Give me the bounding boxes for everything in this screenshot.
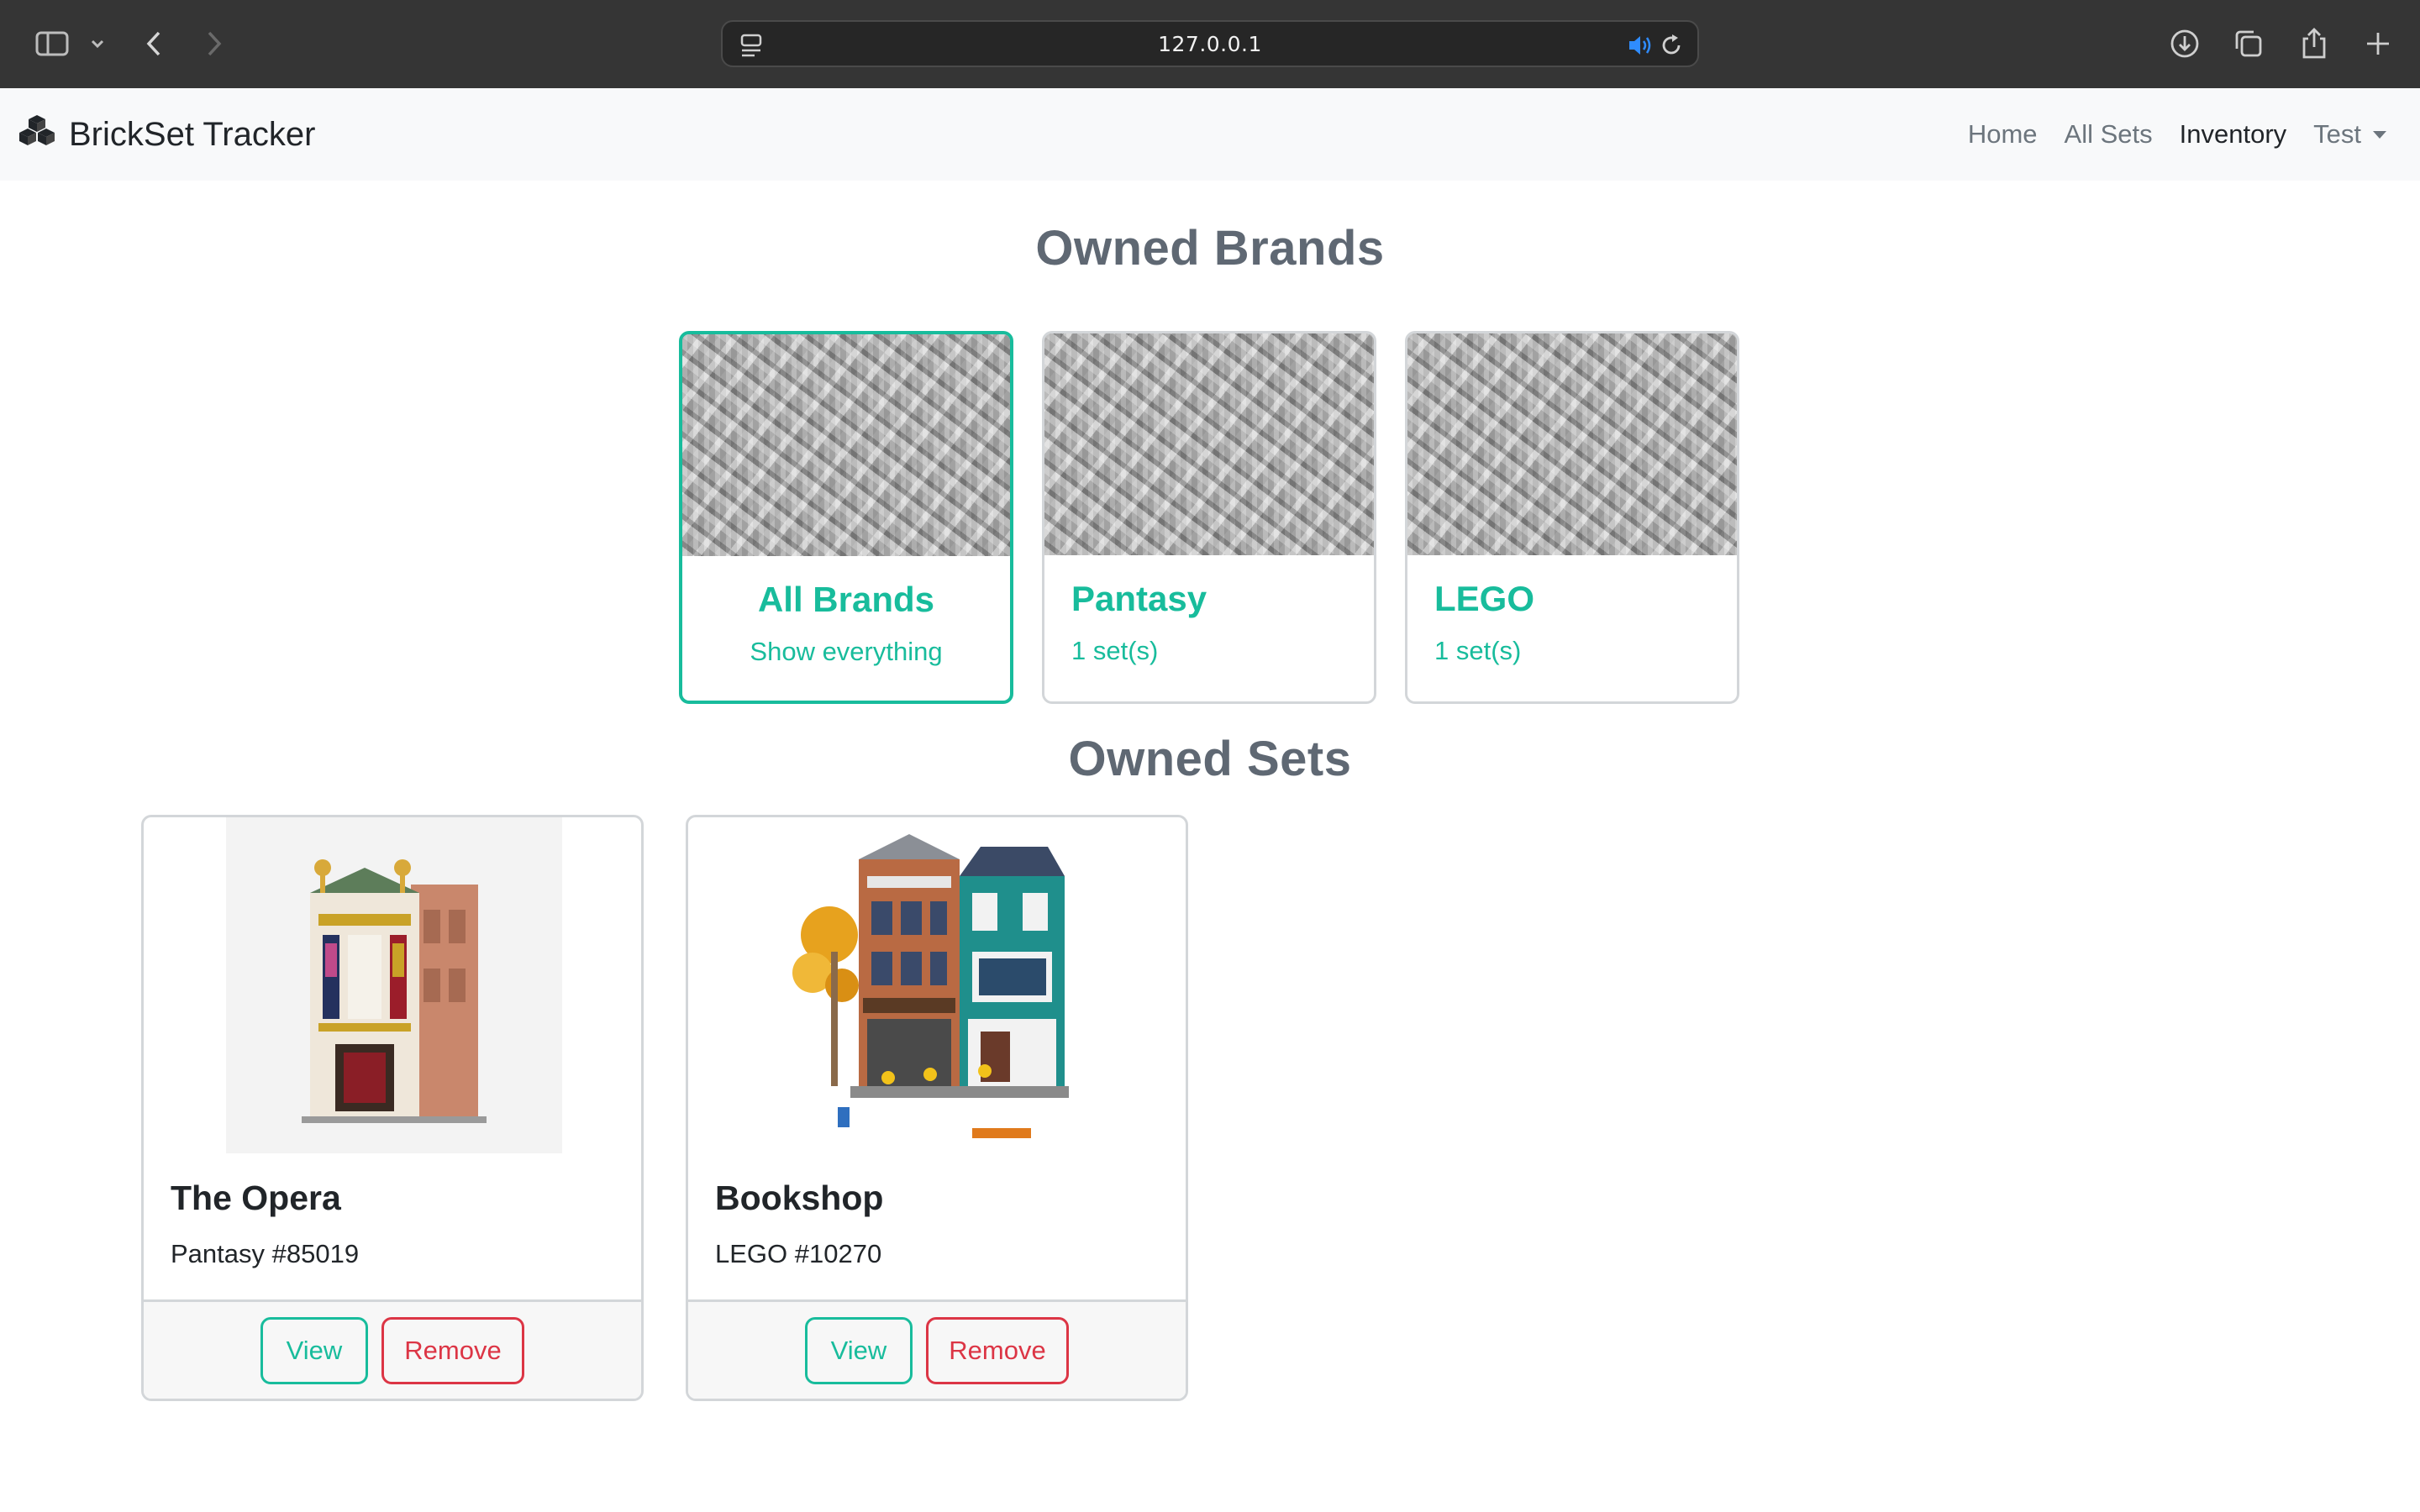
brand-card-title: LEGO <box>1434 579 1535 618</box>
nav-home[interactable]: Home <box>1968 119 2038 150</box>
view-button[interactable]: View <box>260 1316 368 1384</box>
sidebar-toggle-icon[interactable] <box>34 18 71 69</box>
brand-image <box>1407 333 1737 555</box>
nav-user-label: Test <box>2313 119 2361 149</box>
url-text: 127.0.0.1 <box>1158 31 1262 56</box>
speaker-icon[interactable] <box>1627 33 1654 58</box>
address-bar[interactable]: 127.0.0.1 <box>721 20 1699 67</box>
reload-icon[interactable] <box>1659 33 1684 58</box>
nav-user-dropdown[interactable]: Test <box>2313 119 2386 150</box>
view-button[interactable]: View <box>805 1316 913 1384</box>
set-card-footer: View Remove <box>144 1299 641 1399</box>
page-menu-icon[interactable] <box>739 33 763 58</box>
remove-button[interactable]: Remove <box>926 1316 1069 1384</box>
brand-card-subtitle: 1 set(s) <box>1434 636 1522 665</box>
set-subtitle: Pantasy #85019 <box>171 1239 360 1268</box>
brand-card-pantasy[interactable]: Pantasy 1 set(s) <box>1042 331 1376 704</box>
share-icon[interactable] <box>2297 18 2331 69</box>
brand-card-subtitle: 1 set(s) <box>1071 636 1159 665</box>
set-card-footer: View Remove <box>688 1299 1186 1399</box>
new-tab-icon[interactable] <box>2361 18 2395 69</box>
app-navbar: BrickSet Tracker Home All Sets Inventory… <box>0 88 2420 181</box>
brand-link[interactable]: BrickSet Tracker <box>18 88 315 181</box>
brand-card-all[interactable]: All Brands Show everything <box>679 331 1013 704</box>
remove-button[interactable]: Remove <box>381 1316 524 1384</box>
owned-sets-heading: Owned Sets <box>1068 732 1352 786</box>
chevron-down-icon[interactable] <box>87 18 108 69</box>
set-subtitle: LEGO #10270 <box>715 1239 882 1268</box>
set-title: The Opera <box>171 1179 341 1217</box>
set-card-bookshop: Bookshop LEGO #10270 View Remove <box>686 815 1188 1401</box>
forward-icon[interactable] <box>202 18 227 69</box>
caret-down-icon <box>2373 130 2386 139</box>
nav-inventory[interactable]: Inventory <box>2180 119 2287 150</box>
brand-image <box>682 334 1010 556</box>
brand-card-lego[interactable]: LEGO 1 set(s) <box>1405 331 1739 704</box>
owned-brands-heading: Owned Brands <box>1035 221 1385 276</box>
brand-card-title: Pantasy <box>1071 579 1207 618</box>
browser-toolbar: 127.0.0.1 <box>0 0 2420 88</box>
brand-card-title: All Brands <box>757 580 935 619</box>
brand-card-subtitle: Show everything <box>750 637 943 666</box>
download-icon[interactable] <box>2168 18 2202 69</box>
set-image-bookshop <box>771 817 1107 1153</box>
tabs-overview-icon[interactable] <box>2232 18 2265 69</box>
set-title: Bookshop <box>715 1179 884 1217</box>
set-image-opera <box>226 817 562 1153</box>
cubes-icon <box>18 113 55 155</box>
brand-name: BrickSet Tracker <box>69 115 316 153</box>
nav-all-sets[interactable]: All Sets <box>2065 119 2153 150</box>
back-icon[interactable] <box>141 18 166 69</box>
set-card-opera: The Opera Pantasy #85019 View Remove <box>141 815 644 1401</box>
brand-image <box>1044 333 1374 555</box>
nav-links: Home All Sets Inventory Test <box>1968 88 2386 181</box>
